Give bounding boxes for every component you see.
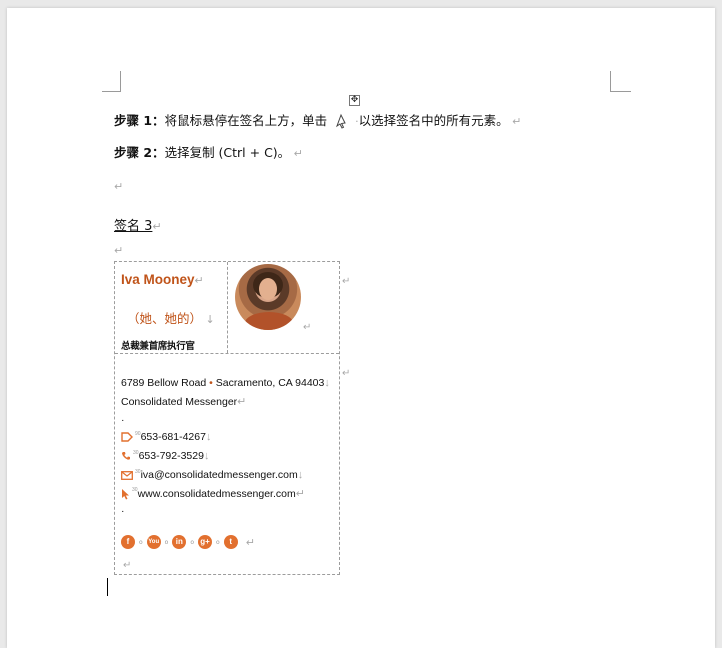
avatar[interactable] — [235, 264, 301, 330]
signature-job-title[interactable]: 总裁兼首席执行官 — [121, 338, 195, 352]
text-cursor — [107, 578, 108, 596]
page-corner-mark-left — [102, 71, 121, 92]
website-line[interactable]: 30www.consolidatedmessenger.com↵ — [121, 487, 305, 500]
step1-text-after: 以选择签名中的所有元素。 — [358, 113, 509, 128]
phone-icon — [121, 451, 131, 461]
step2-text: 选择复制 (Ctrl + C)。 — [164, 145, 291, 160]
signature-pronouns[interactable]: （她、她的） ↓ — [127, 308, 215, 327]
email-line[interactable]: 30iva@consolidatedmessenger.com↓ — [121, 469, 303, 481]
social-icons: fo You o in o g+ o t ↵ — [121, 535, 255, 549]
mail-icon — [121, 470, 133, 480]
step2-label: 步骤 2： — [114, 145, 165, 160]
move-handle-icon[interactable]: ✥ — [349, 95, 360, 106]
cursor-icon — [121, 488, 130, 500]
page-corner-mark-right — [610, 71, 631, 92]
table-cell-divider-horizontal — [115, 353, 339, 354]
phone2-line[interactable]: 30653-792-3529↓ — [121, 450, 209, 462]
tag-icon — [121, 432, 133, 442]
signature-heading-paragraph[interactable]: 签名 3↵ — [114, 215, 162, 234]
table-cell-divider-vertical — [227, 262, 228, 353]
signature-table[interactable]: Iva Mooney↵ （她、她的） ↓ 总裁兼首席执行官 ↵ 6789 Bel… — [114, 261, 340, 575]
step1-label: 步骤 1： — [114, 113, 165, 128]
step1-text-before: 将鼠标悬停在签名上方，单击 — [164, 113, 328, 128]
empty-paragraph-2: ↵ — [114, 244, 124, 257]
signature-name[interactable]: Iva Mooney↵ — [121, 272, 204, 287]
document-page[interactable]: 步骤 1：将鼠标悬停在签名上方，单击 ·以选择签名中的所有元素。 ↵ ✥ 步骤 … — [7, 8, 715, 648]
address-line[interactable]: 6789 Bellow Road • Sacramento, CA 94403↓ — [121, 377, 330, 389]
mouse-pointer-icon — [335, 113, 349, 129]
linkedin-icon[interactable]: in — [172, 535, 187, 549]
empty-paragraph: ↵ — [114, 180, 124, 193]
step2-paragraph[interactable]: 步骤 2：选择复制 (Ctrl + C)。 ↵ — [114, 142, 303, 161]
phone1-line[interactable]: 90653-681-4267↓ — [121, 431, 211, 443]
youtube-icon[interactable]: You — [146, 535, 161, 549]
google-plus-icon[interactable]: g+ — [198, 535, 213, 549]
signature-heading: 签名 3 — [114, 219, 153, 234]
facebook-icon[interactable]: f — [121, 535, 135, 549]
company-line[interactable]: Consolidated Messenger↵ — [121, 395, 246, 408]
twitter-icon[interactable]: t — [223, 535, 238, 549]
step1-paragraph[interactable]: 步骤 1：将鼠标悬停在签名上方，单击 ·以选择签名中的所有元素。 ↵ — [114, 110, 521, 129]
